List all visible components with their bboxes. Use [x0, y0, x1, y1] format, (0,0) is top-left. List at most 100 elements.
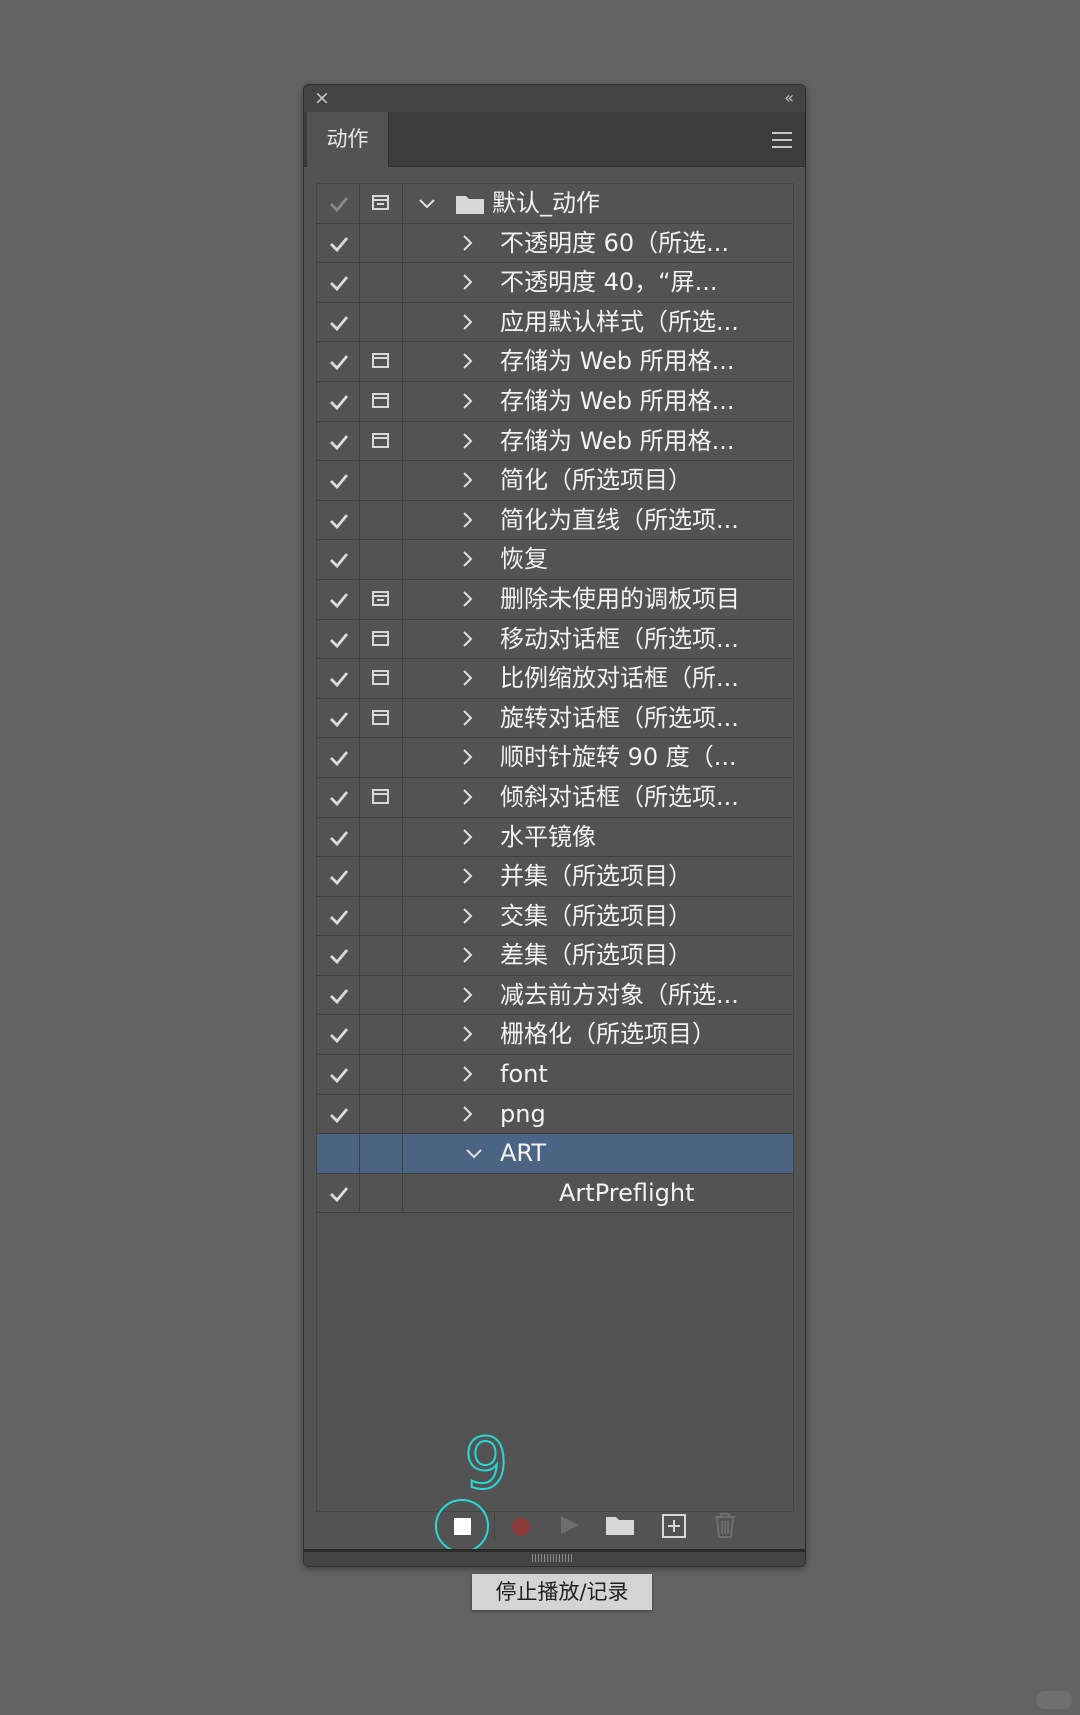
checkmark-icon[interactable] — [328, 351, 350, 373]
action-row[interactable]: 并集（所选项目） — [317, 857, 793, 897]
action-step-row[interactable]: ArtPreflight — [317, 1173, 793, 1214]
dialog-toggle-icon[interactable] — [372, 392, 389, 408]
chevron-right-icon[interactable] — [457, 430, 477, 452]
new-set-folder-icon[interactable] — [605, 1509, 635, 1541]
action-set-row[interactable]: 默认_动作 — [317, 184, 793, 224]
action-row[interactable]: 倾斜对话框（所选项... — [317, 777, 793, 818]
checkmark-icon[interactable] — [328, 1183, 350, 1205]
collapse-panel-icon[interactable]: ‹‹ — [784, 88, 794, 108]
chevron-right-icon[interactable] — [457, 1063, 477, 1085]
action-row[interactable]: 移动对话框（所选项... — [317, 619, 793, 660]
checkmark-icon[interactable] — [328, 747, 350, 769]
checkmark-icon[interactable] — [328, 827, 350, 849]
checkmark-icon[interactable] — [328, 1064, 350, 1086]
dialog-toggle-icon[interactable] — [372, 195, 389, 210]
stop-button[interactable] — [454, 1518, 471, 1535]
panel-resize-bar[interactable] — [304, 1549, 805, 1566]
checkmark-icon[interactable] — [328, 549, 350, 571]
checkmark-icon[interactable] — [328, 708, 350, 730]
dialog-toggle-icon[interactable] — [372, 353, 389, 369]
checkmark-icon[interactable] — [328, 629, 350, 651]
action-row[interactable]: 栅格化（所选项目） — [317, 1015, 793, 1056]
action-row[interactable]: 水平镜像 — [317, 817, 793, 858]
chevron-right-icon[interactable] — [457, 826, 477, 848]
chevron-right-icon[interactable] — [457, 984, 477, 1006]
checkmark-icon[interactable] — [328, 1024, 350, 1046]
chevron-right-icon[interactable] — [457, 271, 477, 293]
chevron-right-icon[interactable] — [457, 1023, 477, 1045]
play-button[interactable] — [559, 1509, 581, 1541]
chevron-right-icon[interactable] — [457, 232, 477, 254]
chevron-right-icon[interactable] — [457, 311, 477, 333]
action-label: 交集（所选项目） — [500, 901, 692, 930]
action-row[interactable]: 顺时针旋转 90 度（... — [317, 738, 793, 778]
chevron-right-icon[interactable] — [457, 350, 477, 372]
action-row[interactable]: 比例缩放对话框（所... — [317, 659, 793, 699]
checkmark-icon[interactable] — [328, 589, 350, 611]
delete-trash-icon[interactable] — [712, 1509, 738, 1541]
checkmark-icon[interactable] — [328, 945, 350, 967]
action-row[interactable]: 存储为 Web 所用格... — [317, 421, 793, 462]
action-row[interactable]: 恢复 — [317, 540, 793, 580]
chevron-right-icon[interactable] — [457, 944, 477, 966]
action-row[interactable]: 存储为 Web 所用格... — [317, 342, 793, 382]
chevron-right-icon[interactable] — [457, 1103, 477, 1125]
chevron-right-icon[interactable] — [457, 905, 477, 927]
chevron-right-icon[interactable] — [457, 746, 477, 768]
action-label: 顺时针旋转 90 度（... — [500, 743, 737, 772]
checkmark-icon[interactable] — [328, 668, 350, 690]
chevron-right-icon[interactable] — [457, 865, 477, 887]
action-row[interactable]: font — [317, 1055, 793, 1095]
action-label: 不透明度 40，“屏... — [500, 268, 718, 297]
action-row[interactable]: 旋转对话框（所选项... — [317, 698, 793, 739]
new-action-icon[interactable] — [660, 1509, 688, 1541]
chevron-right-icon[interactable] — [457, 469, 477, 491]
action-row[interactable]: 应用默认样式（所选... — [317, 302, 793, 343]
checkmark-icon[interactable] — [328, 985, 350, 1007]
chevron-right-icon[interactable] — [457, 707, 477, 729]
action-row[interactable]: 减去前方对象（所选... — [317, 975, 793, 1016]
checkmark-icon[interactable] — [328, 1104, 350, 1126]
dialog-toggle-icon[interactable] — [372, 670, 389, 686]
chevron-down-icon[interactable] — [464, 1142, 484, 1164]
chevron-right-icon[interactable] — [457, 509, 477, 531]
chevron-down-icon[interactable] — [417, 192, 437, 214]
close-icon[interactable]: × — [314, 88, 330, 108]
checkmark-icon[interactable] — [328, 193, 350, 215]
action-row[interactable]: 删除未使用的调板项目 — [317, 579, 793, 620]
resize-grip[interactable] — [532, 1554, 572, 1562]
checkmark-icon[interactable] — [328, 233, 350, 255]
chevron-right-icon[interactable] — [457, 588, 477, 610]
checkmark-icon[interactable] — [328, 391, 350, 413]
checkmark-icon[interactable] — [328, 431, 350, 453]
chevron-right-icon[interactable] — [457, 390, 477, 412]
action-row[interactable]: 存储为 Web 所用格... — [317, 381, 793, 422]
dialog-toggle-icon[interactable] — [372, 630, 389, 646]
checkmark-icon[interactable] — [328, 906, 350, 928]
checkmark-icon[interactable] — [328, 787, 350, 809]
action-row[interactable]: 不透明度 40，“屏... — [317, 263, 793, 303]
dialog-toggle-icon[interactable] — [372, 788, 389, 804]
checkmark-icon[interactable] — [328, 272, 350, 294]
checkmark-icon[interactable] — [328, 510, 350, 532]
action-row[interactable]: png — [317, 1094, 793, 1135]
dialog-toggle-icon[interactable] — [372, 432, 389, 448]
chevron-right-icon[interactable] — [457, 667, 477, 689]
record-button[interactable] — [512, 1518, 530, 1536]
checkmark-icon[interactable] — [328, 866, 350, 888]
action-row[interactable]: 不透明度 60（所选... — [317, 223, 793, 264]
chevron-right-icon[interactable] — [457, 628, 477, 650]
dialog-toggle-icon[interactable] — [372, 590, 389, 606]
action-row[interactable]: 简化（所选项目） — [317, 461, 793, 501]
panel-menu-icon[interactable] — [772, 132, 792, 148]
checkmark-icon[interactable] — [328, 312, 350, 334]
dialog-toggle-icon[interactable] — [372, 709, 389, 725]
chevron-right-icon[interactable] — [457, 786, 477, 808]
action-row-selected[interactable]: ART — [317, 1134, 793, 1174]
tab-actions[interactable]: 动作 — [307, 112, 389, 167]
checkmark-icon[interactable] — [328, 470, 350, 492]
action-row[interactable]: 简化为直线（所选项... — [317, 500, 793, 541]
action-row[interactable]: 差集（所选项目） — [317, 936, 793, 976]
chevron-right-icon[interactable] — [457, 548, 477, 570]
action-row[interactable]: 交集（所选项目） — [317, 896, 793, 937]
